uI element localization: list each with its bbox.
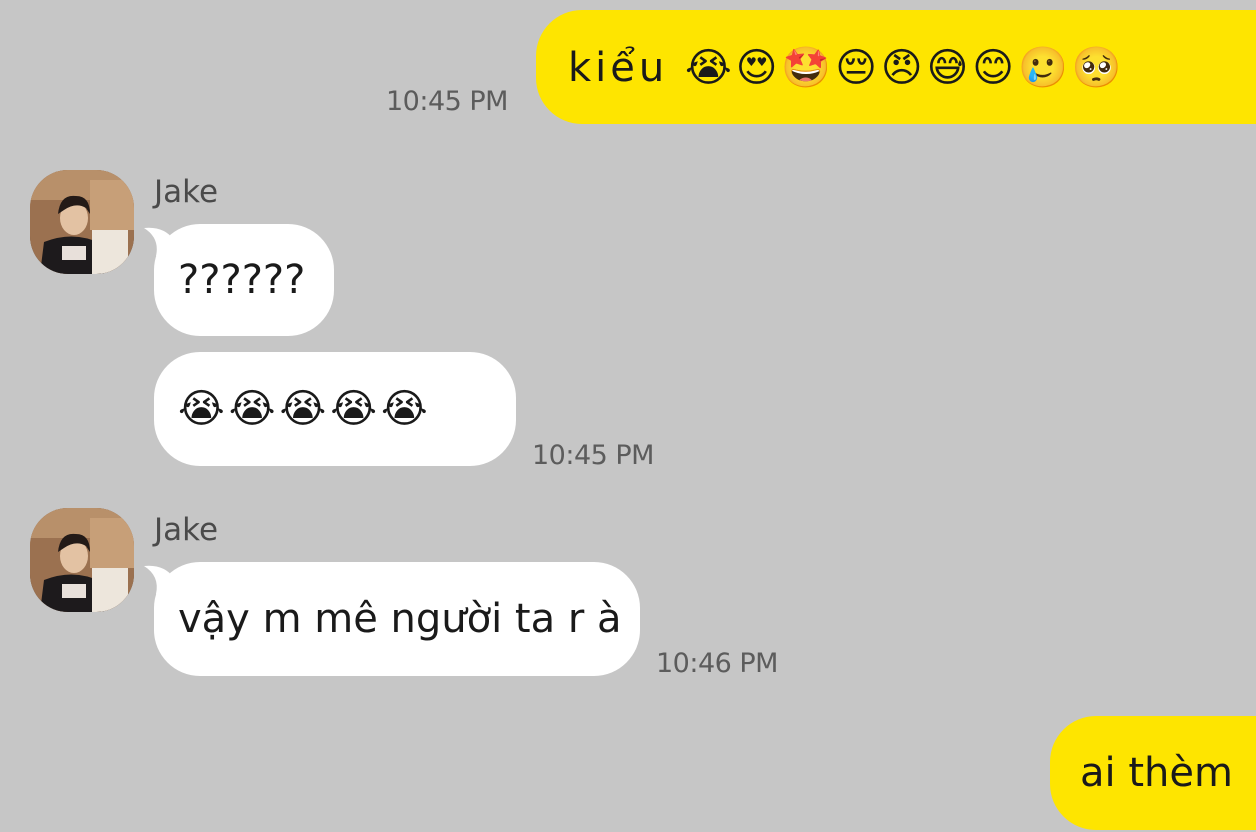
message-timestamp: 10:45 PM — [532, 440, 654, 471]
message-text: kiểu 😭😍🤩😔😠😅😊🥲🥺 — [568, 44, 1126, 91]
message-text: ai thèm — [1080, 750, 1233, 796]
incoming-message-bubble[interactable]: 😭😭😭😭😭 — [154, 352, 516, 466]
outgoing-message-bubble[interactable]: ai thèm — [1050, 716, 1256, 830]
avatar[interactable] — [30, 170, 134, 274]
message-text: 😭😭😭😭😭 — [178, 386, 432, 432]
message-timestamp: 10:45 PM — [386, 86, 508, 117]
incoming-message-bubble[interactable]: vậy m mê người ta r à — [154, 562, 640, 676]
sender-name: Jake — [154, 512, 219, 548]
incoming-message-bubble[interactable]: ?????? — [154, 224, 334, 336]
message-text: ?????? — [178, 257, 306, 303]
avatar[interactable] — [30, 508, 134, 612]
sender-name: Jake — [154, 174, 219, 210]
profile-photo-icon — [30, 170, 134, 274]
message-timestamp: 10:46 PM — [656, 648, 778, 679]
outgoing-message-bubble[interactable]: kiểu 😭😍🤩😔😠😅😊🥲🥺 — [536, 10, 1256, 124]
profile-photo-icon — [30, 508, 134, 612]
message-text: vậy m mê người ta r à — [178, 596, 622, 642]
